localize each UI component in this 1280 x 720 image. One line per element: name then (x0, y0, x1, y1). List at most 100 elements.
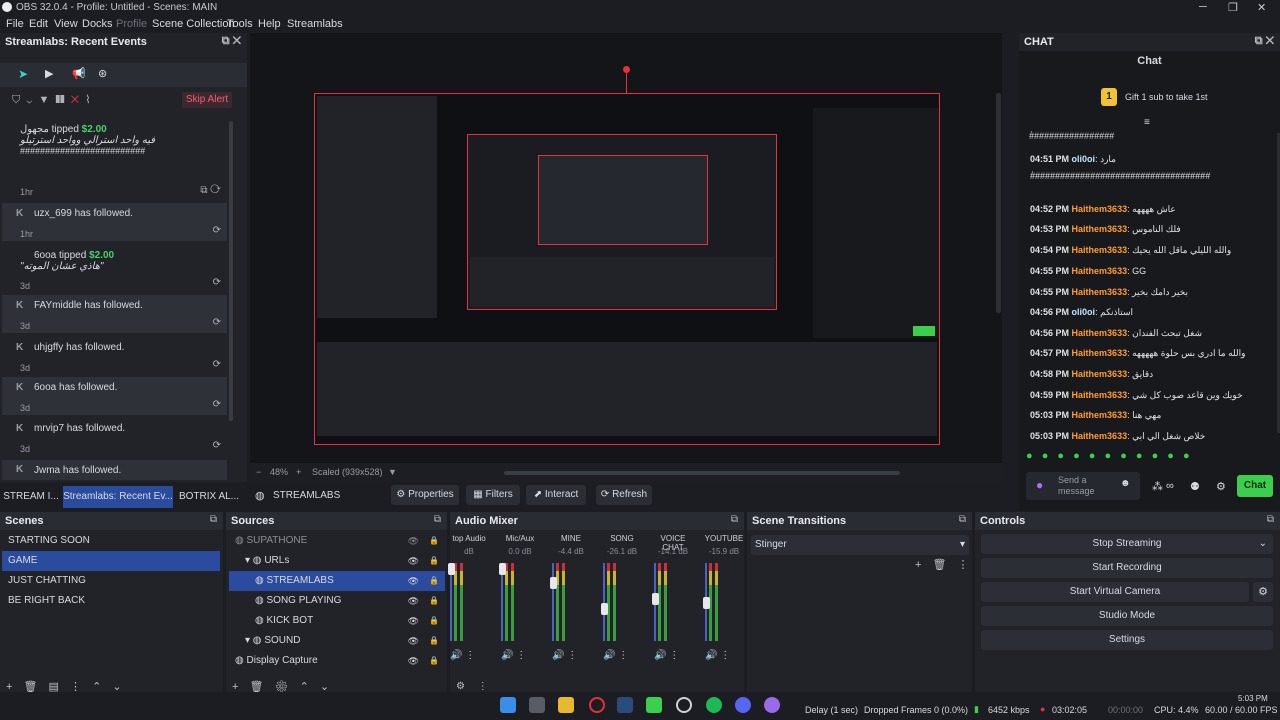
menu-profile[interactable]: Profile (116, 18, 147, 30)
send-icon[interactable]: ➤ (18, 67, 28, 81)
lock-icon[interactable]: 🔒 (429, 591, 439, 611)
studio-mode-button[interactable]: Studio Mode (981, 606, 1273, 626)
mute-speaker-icon[interactable]: 🔊 ⋮ (603, 650, 628, 661)
virtual-camera-settings-icon[interactable]: ⚙ (1253, 582, 1273, 602)
scene-item[interactable]: STARTING SOON (2, 531, 220, 551)
dock-float-icon[interactable]: ⧉ (1267, 514, 1274, 525)
preview-vscrollbar[interactable] (996, 93, 1001, 313)
spotify-icon[interactable] (706, 697, 722, 713)
tab-stream-info[interactable]: STREAM I... (2, 486, 60, 508)
filters-button[interactable]: ▦ Filters (466, 485, 520, 505)
send-message-input[interactable]: ● Send a message ☻ (1026, 472, 1140, 500)
tab-recent-events[interactable]: Streamlabs: Recent Ev... (63, 486, 173, 508)
dock-float-icon[interactable]: ⧉ (731, 514, 738, 525)
transition-menu-icon[interactable]: ⋮ (958, 559, 969, 571)
chat-username[interactable]: Haithem3633 (1072, 410, 1128, 420)
mute-speaker-icon[interactable]: 🔊 ⋮ (450, 650, 475, 661)
menu-edit[interactable]: Edit (29, 18, 48, 30)
lock-icon[interactable]: 🔒 (429, 531, 439, 551)
mute-speaker-icon[interactable]: 🔊 ⋮ (501, 650, 526, 661)
filter-icon[interactable]: ▼ (38, 94, 49, 106)
opera-icon[interactable] (589, 697, 605, 713)
mic-icon[interactable]: ● (1036, 478, 1043, 492)
visibility-eye-icon[interactable]: 👁 (408, 571, 419, 591)
repeat-icon[interactable]: ⧉ ⟳ (200, 185, 221, 196)
stop-streaming-button[interactable]: Stop Streaming ⌄ (981, 534, 1273, 554)
maximize-icon[interactable]: ❐ (1228, 1, 1238, 14)
lock-icon[interactable]: 🔒 (429, 571, 439, 591)
emote-bar[interactable]: ● ● ● ● ● ● ● ● ● ● ● (1026, 450, 1193, 462)
chat-username[interactable]: oli0oi (1072, 307, 1096, 317)
settings-button[interactable]: Settings (981, 630, 1273, 650)
repeat-icon[interactable]: ⟳ (213, 277, 221, 288)
menu-docks[interactable]: Docks (82, 18, 113, 30)
volume-fader-track[interactable] (552, 563, 554, 641)
volume-fader-handle[interactable] (601, 603, 608, 615)
repeat-icon[interactable]: ⟳ (213, 440, 221, 451)
volume-fader-handle[interactable] (550, 577, 557, 589)
dock-float-icon[interactable]: ⧉ (434, 514, 441, 525)
visibility-eye-icon[interactable]: 👁 (408, 651, 419, 671)
preview-source-frame[interactable] (314, 93, 940, 445)
visibility-eye-icon[interactable]: 👁 (408, 531, 419, 551)
repeat-icon[interactable]: ⟳ (213, 359, 221, 370)
preview-canvas[interactable] (250, 33, 1002, 463)
mixer-settings-icon[interactable]: ⚙ (456, 681, 465, 692)
visibility-eye-icon[interactable]: 👁 (408, 551, 419, 571)
scene-item[interactable]: JUST CHATTING (2, 571, 220, 591)
menu-file[interactable]: File (6, 18, 24, 30)
lock-icon[interactable]: 🔒 (429, 551, 439, 571)
skip-alert-button[interactable]: Skip Alert (182, 92, 232, 108)
broom-icon[interactable]: ⌇ (85, 94, 90, 106)
volume-fader-handle[interactable] (499, 563, 506, 575)
megaphone-icon[interactable]: 📢 (72, 67, 86, 80)
pause-icon[interactable]: ❚❚ (55, 94, 64, 106)
preview-hscrollbar[interactable] (504, 471, 900, 475)
chat-username[interactable]: Haithem3633 (1072, 348, 1128, 358)
menu-lines-icon[interactable]: ≡ (1144, 117, 1150, 128)
chat-username[interactable]: oli0oi (1072, 154, 1096, 164)
users-icon[interactable]: ⁂ (1152, 480, 1163, 493)
repeat-icon[interactable]: ⟳ (213, 317, 221, 328)
scene-item[interactable]: GAME (2, 551, 220, 571)
visibility-eye-icon[interactable]: 👁 (408, 591, 419, 611)
user-icon[interactable]: ⚉ (1190, 480, 1200, 493)
repeat-icon[interactable]: ⟳ (213, 225, 221, 236)
dock-float-icon[interactable]: ⧉ (959, 514, 966, 525)
menu-tools[interactable]: Tools (227, 18, 253, 30)
start-virtual-camera-button[interactable]: Start Virtual Camera (981, 582, 1249, 602)
volume-fader-handle[interactable] (703, 597, 710, 609)
properties-button[interactable]: ⚙ Properties (391, 485, 459, 505)
store-icon[interactable] (529, 697, 545, 713)
source-item[interactable]: ▾ ◍ SOUND 👁 🔒 (229, 631, 445, 651)
rotate-handle[interactable] (623, 66, 630, 73)
menu-streamlabs[interactable]: Streamlabs (287, 18, 343, 30)
source-item[interactable]: ◍ Display Capture 👁 🔒 (229, 651, 445, 671)
infinity-icon[interactable]: ∞ (1166, 480, 1174, 492)
source-item[interactable]: ◍ SUPATHONE 👁 🔒 (229, 531, 445, 551)
chat-username[interactable]: Haithem3633 (1072, 266, 1128, 276)
settings-gear-icon[interactable]: ⚙ (1216, 480, 1226, 493)
scene-item[interactable]: BE RIGHT BACK (2, 591, 220, 611)
interact-button[interactable]: ⬈ Interact (526, 485, 586, 505)
source-item[interactable]: ◍ SONG PLAYING 👁 🔒 (229, 591, 445, 611)
zoom-out-icon[interactable]: − (256, 467, 261, 477)
refresh-button[interactable]: ⟳ Refresh (596, 485, 652, 505)
source-item[interactable]: ◍ KICK BOT 👁 🔒 (229, 611, 445, 631)
mute-icon[interactable]: ✕ (71, 94, 79, 106)
mute-speaker-icon[interactable]: 🔊 ⋮ (654, 650, 679, 661)
dropdown-icon[interactable]: ▼ (388, 467, 397, 477)
mute-speaker-icon[interactable]: 🔊 ⋮ (552, 650, 577, 661)
chat-username[interactable]: Haithem3633 (1072, 224, 1128, 234)
repeat-icon[interactable]: ⟳ (213, 399, 221, 410)
chevron-down-icon[interactable]: ⌄ (26, 94, 32, 106)
chat-username[interactable]: Haithem3633 (1072, 287, 1128, 297)
visibility-eye-icon[interactable]: 👁 (408, 611, 419, 631)
menu-help[interactable]: Help (258, 18, 281, 30)
volume-fader-track[interactable] (603, 563, 605, 641)
add-transition-icon[interactable]: + (915, 559, 921, 571)
scrollbar[interactable] (229, 121, 233, 421)
chat-username[interactable]: Haithem3633 (1072, 245, 1128, 255)
mixer-menu-icon[interactable]: ⋮ (478, 681, 488, 692)
source-item[interactable]: ◍ STREAMLABS 👁 🔒 (229, 571, 445, 591)
